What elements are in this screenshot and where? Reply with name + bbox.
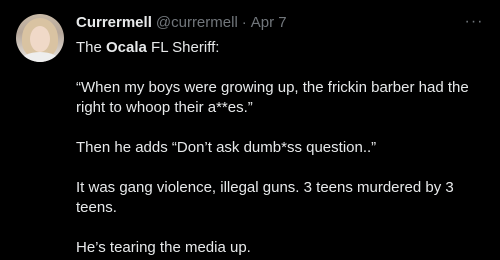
tweet-header: Currermell @currermell · Apr 7 bbox=[76, 12, 484, 32]
ocala-bold-text: Ocala bbox=[106, 39, 147, 56]
display-name[interactable]: Currermell bbox=[76, 14, 152, 31]
tweet-line-1: The Ocala FL Sheriff: bbox=[76, 38, 484, 58]
tweet-quote: “When my boys were growing up, the frick… bbox=[76, 79, 469, 116]
user-handle[interactable]: @currermell bbox=[156, 14, 238, 31]
line1-suffix: FL Sheriff: bbox=[146, 39, 220, 56]
tweet-text: The Ocala FL Sheriff: “When my boys were… bbox=[76, 38, 484, 258]
tweet[interactable]: Currermell @currermell · Apr 7 The Ocala… bbox=[0, 0, 500, 260]
avatar-face bbox=[30, 26, 50, 52]
tweet-content: Currermell @currermell · Apr 7 The Ocala… bbox=[76, 12, 484, 260]
avatar[interactable] bbox=[16, 14, 64, 62]
avatar-shirt bbox=[20, 52, 60, 62]
avatar-column bbox=[16, 14, 64, 260]
timestamp[interactable]: Apr 7 bbox=[251, 14, 287, 31]
tweet-tearing-line: He’s tearing the media up. bbox=[76, 239, 251, 256]
line1-prefix: The bbox=[76, 39, 107, 56]
tweet-then-line: Then he adds “Don’t ask dumb*ss question… bbox=[76, 139, 377, 156]
tweet-gang-line: It was gang violence, illegal guns. 3 te… bbox=[76, 179, 454, 216]
more-options-icon[interactable]: ··· bbox=[464, 12, 484, 32]
separator-dot: · bbox=[241, 13, 247, 31]
